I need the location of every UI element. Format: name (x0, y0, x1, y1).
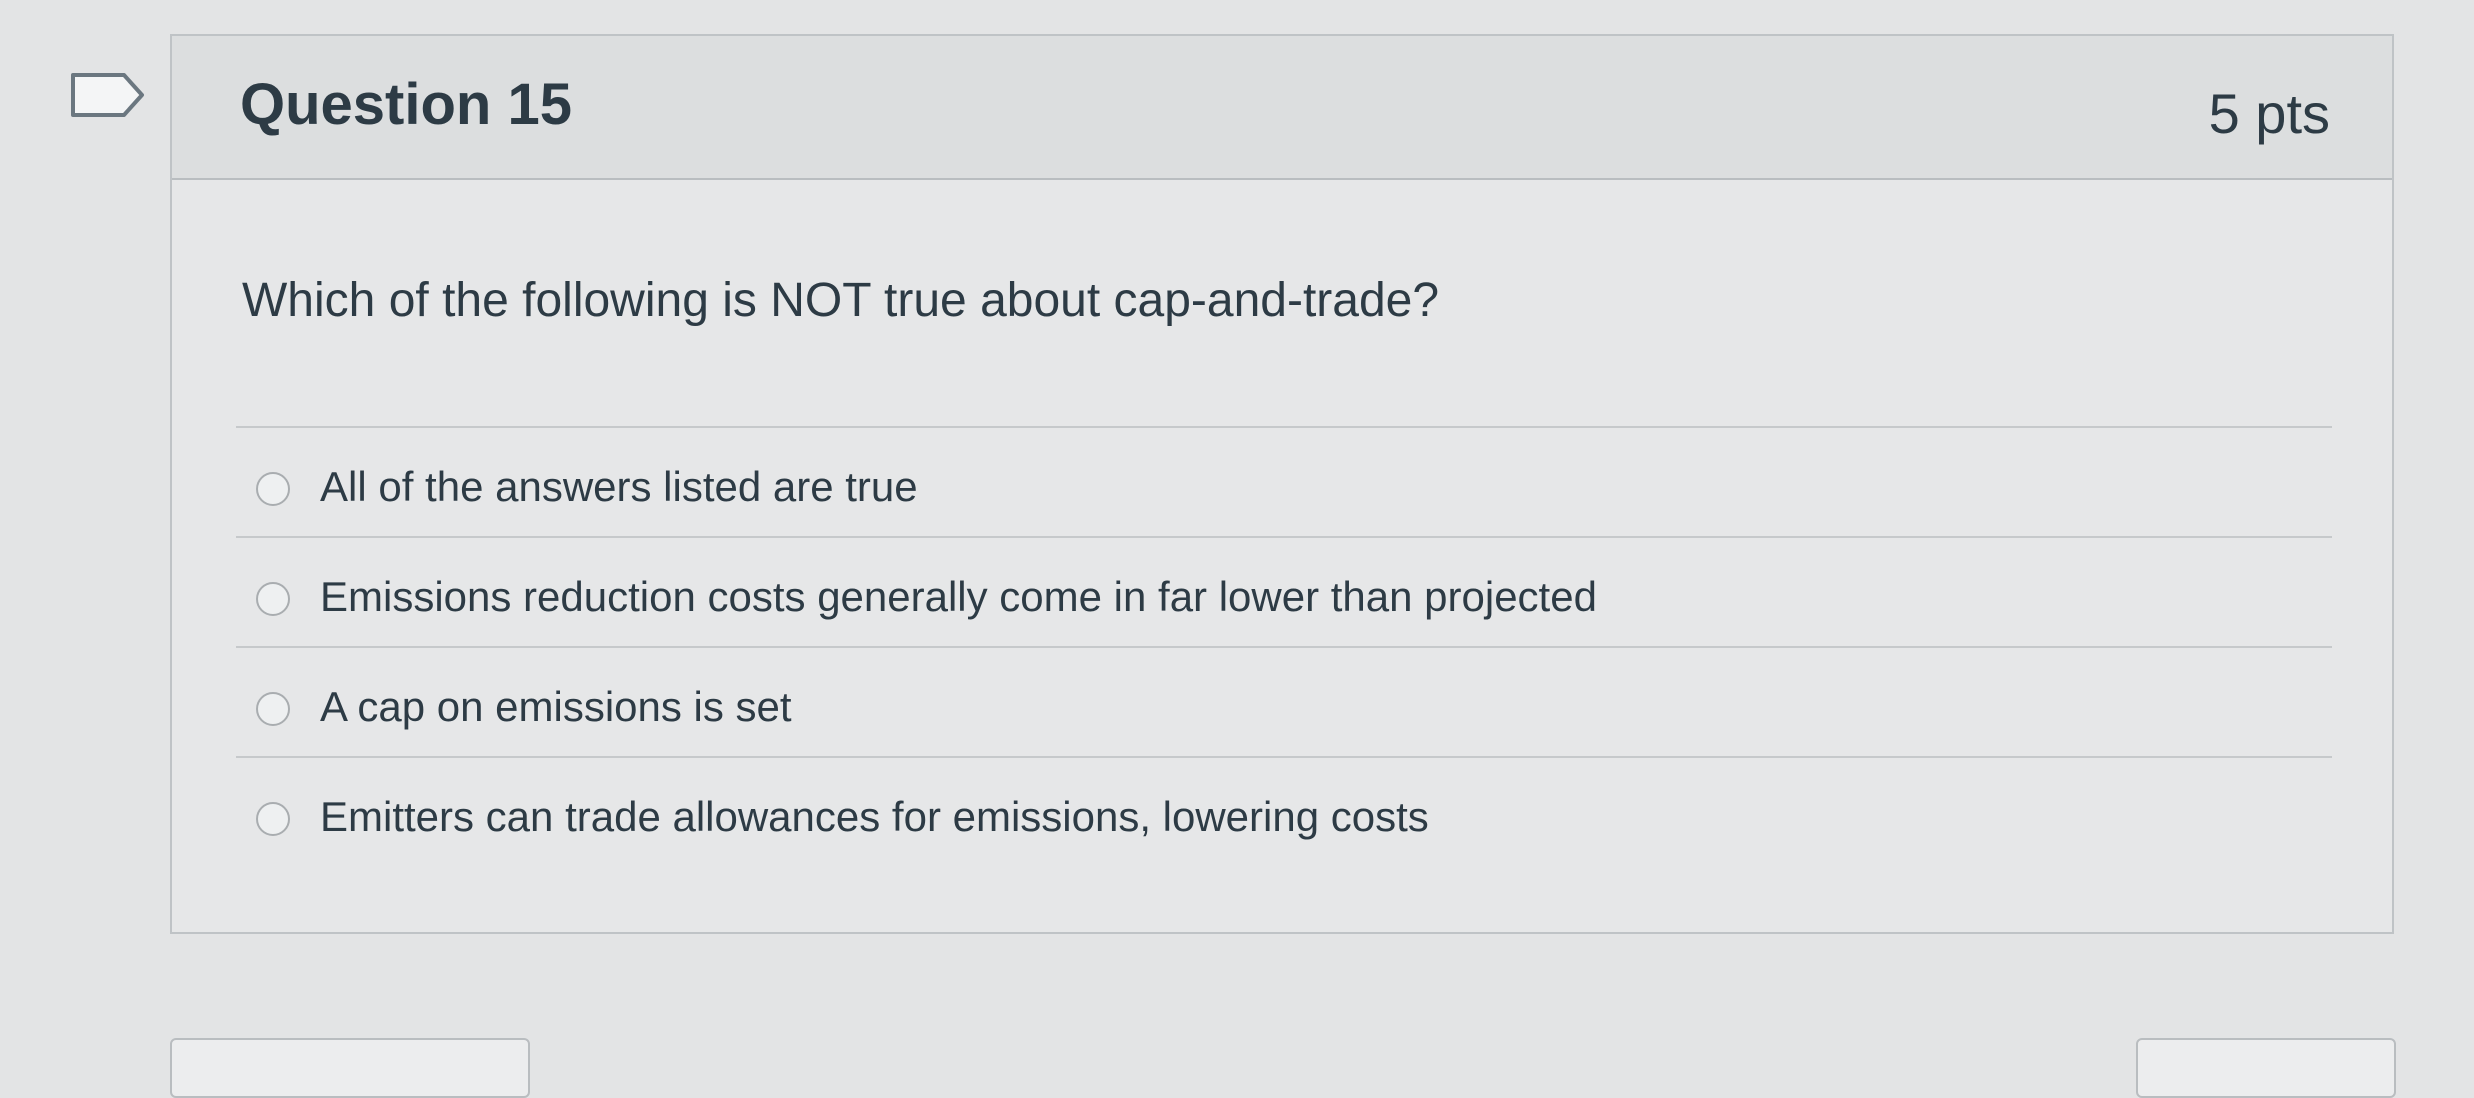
question-card: Question 15 5 pts Which of the following… (170, 34, 2394, 934)
radio-button-icon[interactable] (256, 582, 290, 616)
question-text: Which of the following is NOT true about… (242, 274, 1440, 327)
answer-label[interactable]: Emissions reduction costs generally come… (320, 572, 1597, 622)
answer-label[interactable]: Emitters can trade allowances for emissi… (320, 792, 1429, 842)
flag-question-icon[interactable] (70, 72, 146, 118)
question-header: Question 15 5 pts (172, 36, 2392, 180)
answer-label[interactable]: All of the answers listed are true (320, 462, 918, 512)
radio-button-icon[interactable] (256, 472, 290, 506)
next-button[interactable] (2136, 1038, 2396, 1098)
radio-button-icon[interactable] (256, 692, 290, 726)
answer-option[interactable]: Emitters can trade allowances for emissi… (236, 756, 2332, 868)
answer-option[interactable]: A cap on emissions is set (236, 646, 2332, 756)
previous-button[interactable] (170, 1038, 530, 1098)
answer-label[interactable]: A cap on emissions is set (320, 682, 792, 732)
answer-list: All of the answers listed are true Emiss… (236, 426, 2332, 868)
answer-option[interactable]: All of the answers listed are true (236, 426, 2332, 536)
answer-option[interactable]: Emissions reduction costs generally come… (236, 536, 2332, 646)
question-title: Question 15 (240, 72, 572, 137)
question-points: 5 pts (2208, 82, 2330, 145)
radio-button-icon[interactable] (256, 802, 290, 836)
